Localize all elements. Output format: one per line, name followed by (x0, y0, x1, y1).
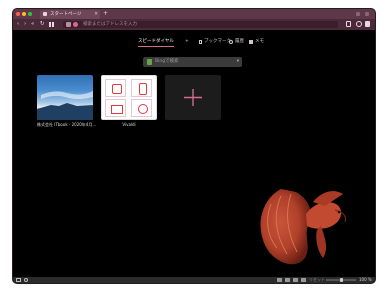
menu-icon[interactable] (365, 21, 370, 27)
tab-history[interactable]: 履歴 (229, 38, 244, 46)
add-speed-dial-button[interactable] (165, 75, 221, 120)
phone-icon (139, 83, 147, 95)
search-engine-dropdown-icon[interactable]: ▾ (237, 58, 239, 66)
tab-history-label: 履歴 (235, 39, 244, 44)
extensions-icon[interactable] (346, 21, 351, 27)
vivaldi-logo-icon (112, 84, 122, 94)
start-page-navigation: スピードダイヤル + ブックマーク 履歴 メモ (13, 38, 375, 47)
vivaldi-thumb-tile (105, 79, 126, 97)
vivaldi-logo-icon (73, 22, 78, 27)
tab-close-icon[interactable]: ✕ (94, 11, 98, 18)
url-input[interactable]: 検索またはアドレスを入力 (83, 21, 137, 28)
minimize-window-button[interactable] (22, 12, 26, 16)
speed-dial-itbook[interactable] (37, 75, 93, 120)
tab-title: スタートページ (50, 12, 82, 17)
capture-icon[interactable] (277, 278, 282, 282)
tab-bookmarks-label: ブックマーク (204, 39, 231, 44)
vivaldi-thumb-tile (131, 79, 152, 97)
mail-icon (111, 105, 123, 114)
forward-button[interactable]: › (24, 21, 26, 28)
title-bar: スタートページ ✕ + (13, 9, 375, 19)
add-speed-dial-group-button[interactable]: + (185, 38, 189, 46)
speed-dial-itbook-label: 株式会社 ITbook - 2020年4月… (37, 122, 97, 127)
itbook-thumbnail-image (37, 91, 93, 120)
tab-menu-icon[interactable] (365, 12, 369, 16)
zoom-slider[interactable] (326, 278, 356, 282)
window-panel-icon[interactable] (356, 12, 360, 16)
tab-notes[interactable]: メモ (249, 38, 264, 46)
tile-tabs-icon[interactable] (285, 278, 290, 282)
tab-notes-label: メモ (255, 39, 264, 44)
zoom-level: 100 % (359, 277, 372, 282)
tab-speed-dial[interactable]: スピードダイヤル (138, 38, 174, 47)
panel-toggle-icon[interactable] (16, 278, 21, 282)
bookmark-icon (199, 40, 202, 44)
vivaldi-thumb-tile (131, 99, 152, 117)
close-window-button[interactable] (16, 12, 20, 16)
speed-dial-vivaldi-label: Vivaldi (122, 122, 136, 127)
page-actions-icon[interactable] (293, 278, 298, 282)
notes-icon (249, 40, 253, 44)
sync-icon[interactable] (24, 278, 28, 282)
vivaldi-thumb-tile (105, 99, 126, 117)
address-bar[interactable]: 検索またはアドレスを入力 (63, 21, 338, 28)
zoom-window-button[interactable] (28, 12, 32, 16)
new-tab-button[interactable]: + (103, 10, 108, 18)
start-page: スピードダイヤル + ブックマーク 履歴 メモ Bingで検索 ▾ 株式会社 I… (13, 30, 375, 277)
zoom-reset-button[interactable]: リセット (309, 277, 325, 283)
tab-start-page[interactable]: スタートページ ✕ (40, 10, 100, 19)
history-icon (229, 40, 233, 44)
rewind-button[interactable]: « (31, 21, 34, 28)
back-button[interactable]: ‹ (17, 21, 19, 28)
speed-dial-vivaldi[interactable] (101, 75, 157, 120)
home-icon[interactable] (49, 22, 54, 27)
zoom-slider-handle[interactable] (340, 278, 343, 282)
reload-button[interactable]: ↻ (40, 21, 45, 28)
community-icon (138, 104, 148, 114)
betta-fish-wallpaper (260, 189, 346, 265)
tab-bookmarks[interactable]: ブックマーク (199, 38, 231, 46)
plus-icon (184, 89, 202, 106)
address-toolbar: ‹ › « ↻ 検索またはアドレスを入力 (13, 19, 375, 30)
search-input[interactable]: Bingで検索 (155, 58, 179, 66)
browser-window: スタートページ ✕ + ‹ › « ↻ 検索またはアドレスを入力 スピードダイヤ… (13, 9, 375, 283)
bing-icon (147, 59, 152, 65)
profile-icon[interactable] (356, 21, 362, 27)
site-info-icon[interactable] (66, 22, 71, 27)
image-toggle-icon[interactable] (301, 278, 306, 282)
search-field[interactable]: Bingで検索 ▾ (143, 57, 242, 67)
status-bar: リセット 100 % (13, 277, 375, 283)
vivaldi-icon (43, 12, 47, 16)
